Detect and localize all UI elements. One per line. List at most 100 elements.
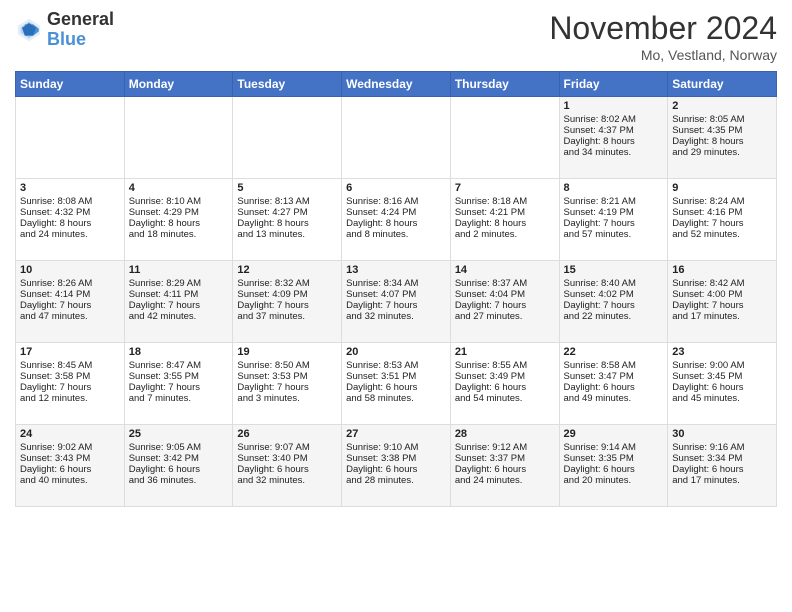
day-number: 4 bbox=[129, 182, 229, 194]
day-detail: Sunset: 3:34 PM bbox=[672, 453, 772, 464]
day-cell: 12Sunrise: 8:32 AMSunset: 4:09 PMDayligh… bbox=[233, 261, 342, 343]
day-cell: 25Sunrise: 9:05 AMSunset: 3:42 PMDayligh… bbox=[124, 425, 233, 507]
day-detail: Sunrise: 8:47 AM bbox=[129, 360, 229, 371]
day-cell: 15Sunrise: 8:40 AMSunset: 4:02 PMDayligh… bbox=[559, 261, 668, 343]
day-detail: Daylight: 7 hours bbox=[20, 300, 120, 311]
day-detail: and 34 minutes. bbox=[564, 147, 664, 158]
day-number: 9 bbox=[672, 182, 772, 194]
day-number: 1 bbox=[564, 100, 664, 112]
day-cell: 29 Sunrise: 9:14 AMSunset: 3:35 PMDayligh… bbox=[559, 425, 668, 507]
day-detail: and 29 minutes. bbox=[672, 147, 772, 158]
day-detail: Sunrise: 8:10 AM bbox=[129, 196, 229, 207]
day-detail: and 49 minutes. bbox=[564, 393, 664, 404]
day-detail: and 2 minutes. bbox=[455, 229, 555, 240]
day-cell bbox=[342, 97, 451, 179]
day-detail: Daylight: 6 hours bbox=[672, 382, 772, 393]
day-number: 7 bbox=[455, 182, 555, 194]
day-cell: 16Sunrise: 8:42 AMSunset: 4:00 PMDayligh… bbox=[668, 261, 777, 343]
weekday-sunday: Sunday bbox=[16, 72, 125, 97]
day-detail: and 24 minutes. bbox=[20, 229, 120, 240]
day-detail: Sunset: 3:43 PM bbox=[20, 453, 120, 464]
day-detail: and 27 minutes. bbox=[455, 311, 555, 322]
week-row-3: 10Sunrise: 8:26 AMSunset: 4:14 PMDayligh… bbox=[16, 261, 777, 343]
day-detail: and 3 minutes. bbox=[237, 393, 337, 404]
day-detail: and 54 minutes. bbox=[455, 393, 555, 404]
day-detail: Sunrise: 8:37 AM bbox=[455, 278, 555, 289]
day-detail: Daylight: 6 hours bbox=[346, 382, 446, 393]
day-detail: Sunset: 3:40 PM bbox=[237, 453, 337, 464]
day-number: 25 bbox=[129, 428, 229, 440]
day-detail: Sunrise: 9:00 AM bbox=[672, 360, 772, 371]
day-detail: Sunrise: 8:26 AM bbox=[20, 278, 120, 289]
day-detail: Sunrise: 9:12 AM bbox=[455, 442, 555, 453]
weekday-tuesday: Tuesday bbox=[233, 72, 342, 97]
day-detail: Daylight: 7 hours bbox=[237, 300, 337, 311]
day-detail: Daylight: 6 hours bbox=[564, 464, 664, 475]
day-detail: Sunrise: 8:34 AM bbox=[346, 278, 446, 289]
day-detail: Sunrise: 8:42 AM bbox=[672, 278, 772, 289]
month-title: November 2024 bbox=[549, 10, 777, 47]
calendar-header: SundayMondayTuesdayWednesdayThursdayFrid… bbox=[16, 72, 777, 97]
day-cell: 24Sunrise: 9:02 AMSunset: 3:43 PMDayligh… bbox=[16, 425, 125, 507]
day-detail: Sunset: 4:04 PM bbox=[455, 289, 555, 300]
day-detail: Sunrise: 8:32 AM bbox=[237, 278, 337, 289]
day-number: 15 bbox=[564, 264, 664, 276]
day-detail: and 42 minutes. bbox=[129, 311, 229, 322]
day-detail: Sunset: 3:35 PM bbox=[564, 453, 664, 464]
day-detail: Daylight: 6 hours bbox=[129, 464, 229, 475]
day-number: 17 bbox=[20, 346, 120, 358]
day-cell bbox=[16, 97, 125, 179]
weekday-saturday: Saturday bbox=[668, 72, 777, 97]
day-detail: and 24 minutes. bbox=[455, 475, 555, 486]
day-cell: 1Sunrise: 8:02 AMSunset: 4:37 PMDaylight… bbox=[559, 97, 668, 179]
week-row-1: 1Sunrise: 8:02 AMSunset: 4:37 PMDaylight… bbox=[16, 97, 777, 179]
day-number: 26 bbox=[237, 428, 337, 440]
day-detail: Sunset: 4:24 PM bbox=[346, 207, 446, 218]
day-detail: Sunrise: 9:07 AM bbox=[237, 442, 337, 453]
day-number: 27 bbox=[346, 428, 446, 440]
day-cell: 30Sunrise: 9:16 AMSunset: 3:34 PMDayligh… bbox=[668, 425, 777, 507]
day-detail: Daylight: 8 hours bbox=[455, 218, 555, 229]
logo-text: General Blue bbox=[47, 10, 114, 50]
day-detail: Daylight: 7 hours bbox=[20, 382, 120, 393]
day-number: 18 bbox=[129, 346, 229, 358]
day-detail: Daylight: 6 hours bbox=[455, 464, 555, 475]
day-cell: 5Sunrise: 8:13 AMSunset: 4:27 PMDaylight… bbox=[233, 179, 342, 261]
day-detail: Sunset: 3:42 PM bbox=[129, 453, 229, 464]
day-detail: Sunset: 3:55 PM bbox=[129, 371, 229, 382]
calendar-body: 1Sunrise: 8:02 AMSunset: 4:37 PMDaylight… bbox=[16, 97, 777, 507]
day-cell: 22Sunrise: 8:58 AMSunset: 3:47 PMDayligh… bbox=[559, 343, 668, 425]
day-number: 13 bbox=[346, 264, 446, 276]
day-detail: Sunset: 4:32 PM bbox=[20, 207, 120, 218]
day-detail: Daylight: 6 hours bbox=[672, 464, 772, 475]
weekday-thursday: Thursday bbox=[450, 72, 559, 97]
day-detail: Daylight: 8 hours bbox=[672, 136, 772, 147]
day-detail: and 7 minutes. bbox=[129, 393, 229, 404]
day-number: 11 bbox=[129, 264, 229, 276]
day-detail: Sunset: 4:14 PM bbox=[20, 289, 120, 300]
day-cell: 21Sunrise: 8:55 AMSunset: 3:49 PMDayligh… bbox=[450, 343, 559, 425]
day-detail: and 8 minutes. bbox=[346, 229, 446, 240]
day-detail: Sunset: 3:51 PM bbox=[346, 371, 446, 382]
day-detail: Sunrise: 8:58 AM bbox=[564, 360, 664, 371]
day-number: 12 bbox=[237, 264, 337, 276]
logo: General Blue bbox=[15, 10, 114, 50]
day-number: 29 bbox=[564, 428, 664, 440]
day-detail: Sunrise: 8:50 AM bbox=[237, 360, 337, 371]
day-detail: and 17 minutes. bbox=[672, 311, 772, 322]
day-detail: Daylight: 8 hours bbox=[20, 218, 120, 229]
day-detail: and 47 minutes. bbox=[20, 311, 120, 322]
day-detail: Sunset: 4:16 PM bbox=[672, 207, 772, 218]
day-detail: Sunrise: 8:21 AM bbox=[564, 196, 664, 207]
day-detail: Daylight: 7 hours bbox=[672, 300, 772, 311]
day-cell: 23Sunrise: 9:00 AMSunset: 3:45 PMDayligh… bbox=[668, 343, 777, 425]
day-number: 10 bbox=[20, 264, 120, 276]
day-detail: Daylight: 7 hours bbox=[237, 382, 337, 393]
weekday-row: SundayMondayTuesdayWednesdayThursdayFrid… bbox=[16, 72, 777, 97]
day-detail: Sunrise: 9:14 AM bbox=[564, 442, 664, 453]
day-detail: Sunset: 4:19 PM bbox=[564, 207, 664, 218]
day-detail: Sunrise: 8:29 AM bbox=[129, 278, 229, 289]
day-detail: Sunset: 3:37 PM bbox=[455, 453, 555, 464]
calendar-table: SundayMondayTuesdayWednesdayThursdayFrid… bbox=[15, 71, 777, 507]
day-cell: 18Sunrise: 8:47 AMSunset: 3:55 PMDayligh… bbox=[124, 343, 233, 425]
